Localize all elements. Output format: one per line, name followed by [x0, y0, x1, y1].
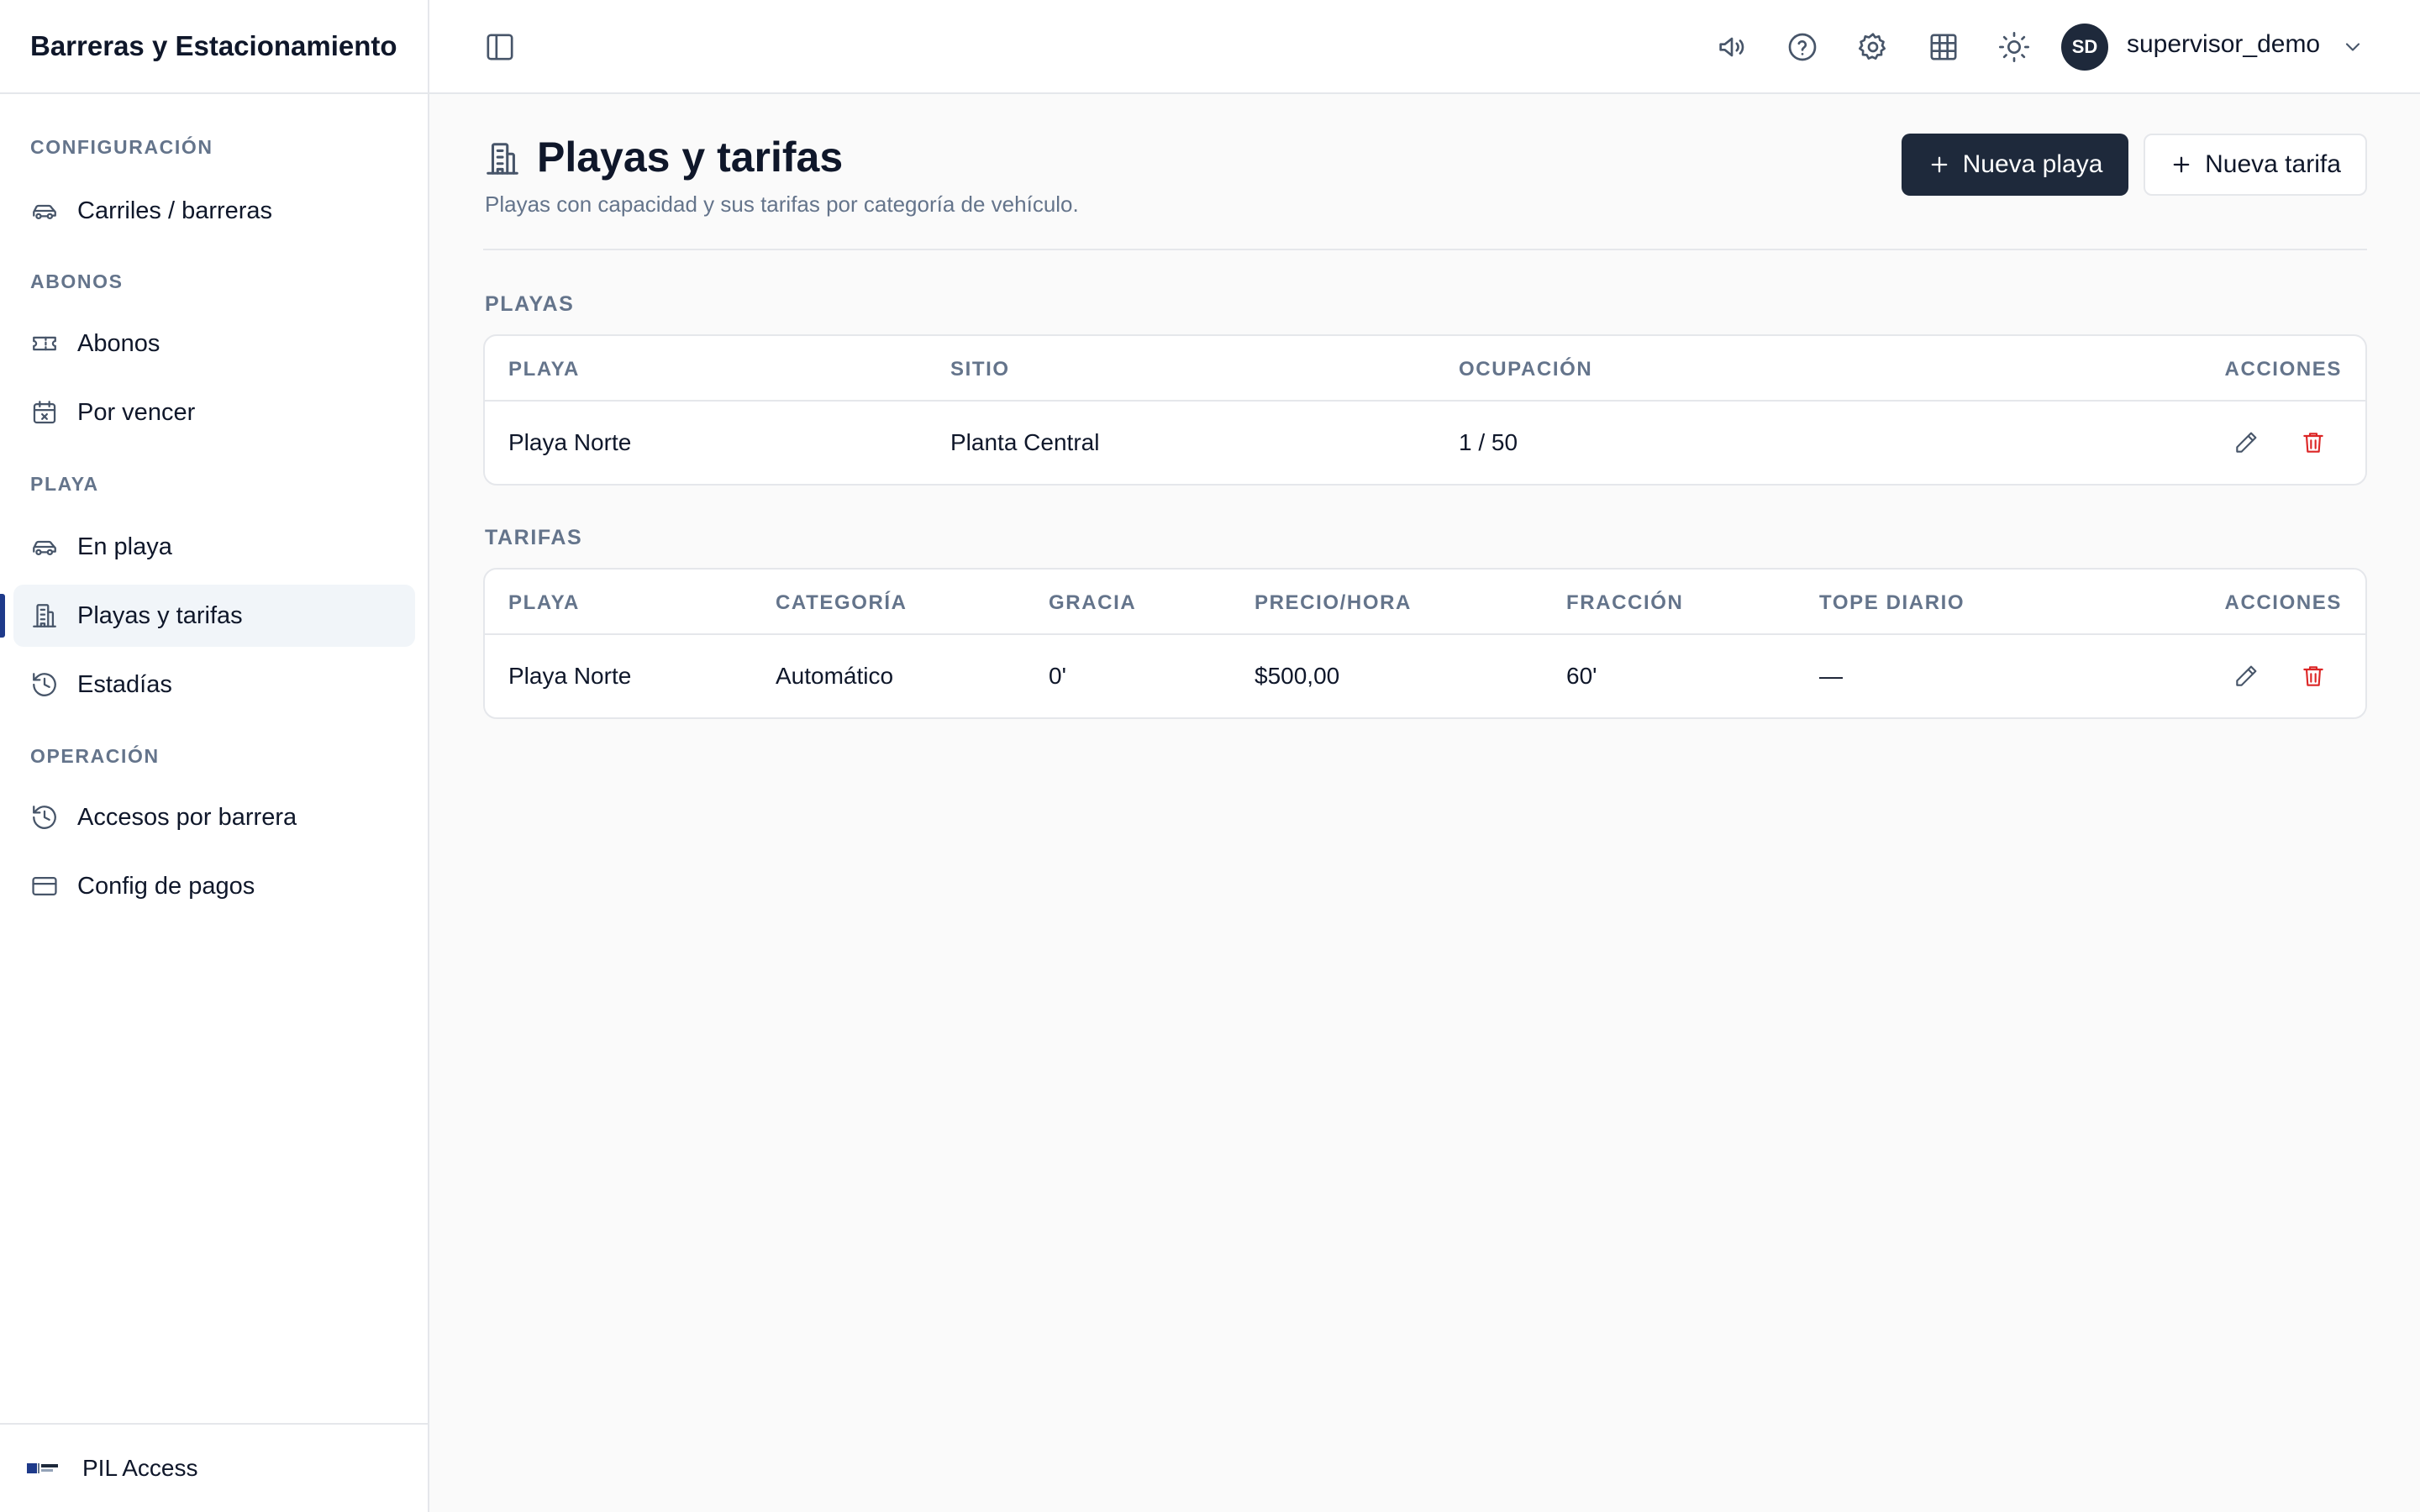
history-icon — [33, 806, 56, 829]
cell-categoria: Automático — [776, 663, 894, 689]
table-row: Playa Norte Automático 0' $500,00 60' — — [485, 635, 2365, 717]
page-subtitle: Playas con capacidad y sus tarifas por c… — [485, 192, 1079, 217]
sidebar-item-abonos[interactable]: Abonos — [13, 312, 415, 375]
new-rate-button[interactable]: Nueva tarifa — [2144, 134, 2367, 196]
help-circle-icon[interactable] — [1786, 30, 1819, 64]
column-header: PLAYA — [508, 358, 580, 381]
lots-section-label: PLAYAS — [485, 292, 575, 316]
gear-icon[interactable] — [1856, 30, 1890, 64]
rates-section-label: TARIFAS — [485, 526, 583, 549]
lots-table: PLAYA SITIO OCUPACIÓN ACCIONES Playa Nor… — [483, 334, 2367, 486]
pencil-icon[interactable] — [2233, 429, 2260, 456]
nav-section-playa: PLAYA — [30, 473, 99, 495]
footer-brand: PIL Access — [82, 1455, 198, 1481]
table-header: PLAYA SITIO OCUPACIÓN ACCIONES — [485, 336, 2365, 402]
sidebar-item-label: Abonos — [77, 329, 160, 357]
trash-icon[interactable] — [2300, 663, 2327, 690]
user-name[interactable]: supervisor_demo — [2127, 30, 2320, 59]
main-content: Playas y tarifas Playas con capacidad y … — [429, 94, 2420, 1512]
cell-tope-diario: — — [1819, 663, 1843, 689]
column-header: PLAYA — [508, 591, 580, 614]
sidebar-item-label: Estadías — [77, 670, 172, 698]
sidebar-item-label: Config de pagos — [77, 872, 255, 900]
calendar-x-icon — [33, 401, 56, 424]
pencil-icon[interactable] — [2233, 663, 2260, 690]
sidebar-item-label: Por vencer — [77, 398, 196, 426]
rates-table: PLAYA CATEGORÍA GRACIA PRECIO/HORA FRACC… — [483, 568, 2367, 719]
nav-section-configuracion: CONFIGURACIÓN — [30, 136, 213, 158]
ticket-icon — [33, 336, 56, 351]
table-header: PLAYA CATEGORÍA GRACIA PRECIO/HORA FRACC… — [485, 570, 2365, 635]
column-header: ACCIONES — [2224, 591, 2342, 614]
nav-section-operacion: OPERACIÓN — [30, 745, 160, 767]
grid-icon[interactable] — [1927, 30, 1960, 64]
sidebar-item-label: Accesos por barrera — [77, 803, 297, 831]
new-lot-button[interactable]: Nueva playa — [1902, 134, 2128, 196]
sidebar-item-en-playa[interactable]: En playa — [13, 516, 415, 578]
sidebar-item-estadias[interactable]: Estadías — [13, 654, 415, 716]
sidebar-item-carriles-barreras[interactable]: Carriles / barreras — [13, 180, 415, 242]
cell-fraccion: 60' — [1566, 663, 1597, 689]
plus-icon — [1931, 156, 1947, 173]
sun-icon[interactable] — [1997, 30, 2031, 64]
sidebar-item-playas-tarifas[interactable]: Playas y tarifas — [13, 585, 415, 647]
sidebar-item-accesos-barrera[interactable]: Accesos por barrera — [13, 786, 415, 848]
trash-icon[interactable] — [2300, 429, 2327, 456]
sidebar-item-label: Carriles / barreras — [77, 197, 273, 224]
sidebar-footer: PIL Access — [0, 1423, 429, 1512]
nav-section-abonos: ABONOS — [30, 270, 124, 292]
column-header: TOPE DIARIO — [1819, 591, 1965, 614]
cell-ocupacion: 1 / 50 — [1459, 429, 1518, 455]
pil-logo-icon — [27, 1463, 58, 1473]
table-row: Playa Norte Planta Central 1 / 50 — [485, 402, 2365, 484]
column-header: PRECIO/HORA — [1255, 591, 1412, 614]
chevron-down-icon[interactable] — [2341, 35, 2365, 59]
column-header: CATEGORÍA — [776, 591, 908, 614]
column-header: FRACCIÓN — [1566, 591, 1684, 614]
car-icon — [33, 204, 56, 220]
column-header: SITIO — [950, 358, 1010, 381]
column-header: ACCIONES — [2224, 358, 2342, 381]
credit-card-icon — [32, 876, 57, 896]
sidebar-item-config-pagos[interactable]: Config de pagos — [13, 855, 415, 917]
column-header: GRACIA — [1049, 591, 1137, 614]
page-title: Playas y tarifas — [537, 134, 844, 181]
sidebar-toggle-icon[interactable] — [483, 30, 517, 64]
cell-playa: Playa Norte — [508, 663, 632, 689]
sidebar-item-label: Playas y tarifas — [77, 601, 243, 629]
building-icon — [487, 143, 518, 175]
megaphone-icon[interactable] — [1715, 30, 1749, 64]
cell-precio-hora: $500,00 — [1255, 663, 1340, 689]
plus-icon — [2173, 156, 2190, 173]
new-rate-label: Nueva tarifa — [2205, 150, 2341, 178]
sidebar-item-label: En playa — [77, 533, 172, 560]
topbar: SD supervisor_demo — [429, 0, 2420, 94]
column-header: OCUPACIÓN — [1459, 358, 1593, 381]
cell-sitio: Planta Central — [950, 429, 1100, 455]
active-indicator — [0, 594, 5, 638]
history-icon — [33, 673, 56, 696]
new-lot-label: Nueva playa — [1962, 150, 2103, 178]
car-icon — [33, 540, 56, 556]
cell-gracia: 0' — [1049, 663, 1066, 689]
user-avatar[interactable]: SD — [2061, 24, 2108, 71]
sidebar: Barreras y Estacionamiento CONFIGURACIÓN… — [0, 0, 429, 1512]
sidebar-item-por-vencer[interactable]: Por vencer — [13, 381, 415, 444]
cell-playa: Playa Norte — [508, 429, 632, 455]
header-divider — [483, 249, 2367, 250]
app-title: Barreras y Estacionamiento — [0, 0, 428, 94]
building-icon — [33, 604, 56, 627]
